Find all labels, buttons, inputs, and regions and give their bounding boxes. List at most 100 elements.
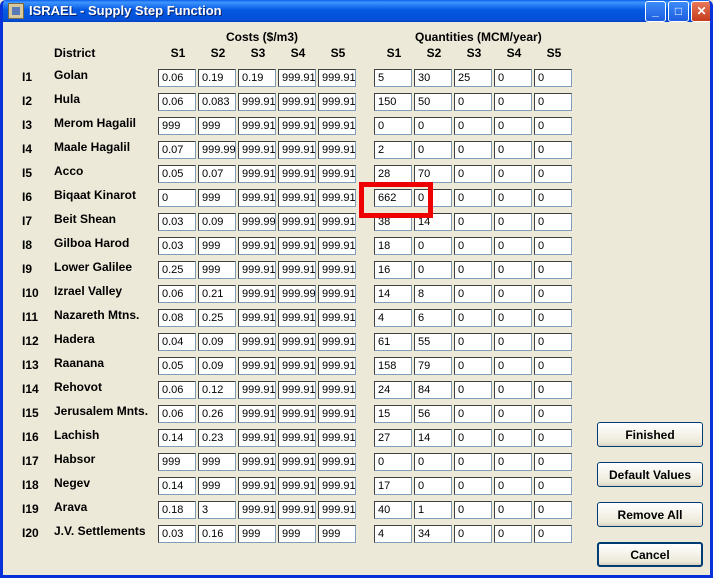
quantity-input[interactable] [414, 309, 452, 327]
title-bar[interactable]: ISRAEL - Supply Step Function _ □ ✕ [3, 0, 710, 22]
quantity-input[interactable] [414, 381, 452, 399]
cost-input[interactable] [318, 453, 356, 471]
cost-input[interactable] [198, 501, 236, 519]
quantity-input[interactable] [494, 501, 532, 519]
remove-all-button[interactable]: Remove All [597, 502, 703, 527]
cost-input[interactable] [158, 237, 196, 255]
quantity-input[interactable] [454, 213, 492, 231]
cost-input[interactable] [158, 333, 196, 351]
quantity-input[interactable] [414, 237, 452, 255]
cost-input[interactable] [198, 213, 236, 231]
cost-input[interactable] [278, 309, 316, 327]
quantity-input[interactable] [454, 261, 492, 279]
quantity-input[interactable] [494, 141, 532, 159]
cost-input[interactable] [278, 501, 316, 519]
quantity-input[interactable] [454, 501, 492, 519]
cost-input[interactable] [238, 165, 276, 183]
quantity-input[interactable] [374, 309, 412, 327]
cost-input[interactable] [318, 285, 356, 303]
quantity-input[interactable] [454, 333, 492, 351]
quantity-input[interactable] [494, 237, 532, 255]
quantity-input[interactable] [494, 453, 532, 471]
cost-input[interactable] [278, 477, 316, 495]
quantity-input[interactable] [494, 477, 532, 495]
cost-input[interactable] [198, 141, 236, 159]
quantity-input[interactable] [494, 525, 532, 543]
cost-input[interactable] [158, 309, 196, 327]
cost-input[interactable] [198, 165, 236, 183]
quantity-input[interactable] [414, 501, 452, 519]
quantity-input[interactable] [374, 165, 412, 183]
cost-input[interactable] [318, 405, 356, 423]
quantity-input[interactable] [454, 525, 492, 543]
quantity-input[interactable] [374, 237, 412, 255]
cost-input[interactable] [318, 117, 356, 135]
cost-input[interactable] [158, 213, 196, 231]
close-icon[interactable]: ✕ [691, 1, 710, 22]
quantity-input[interactable] [534, 69, 572, 87]
cancel-button[interactable]: Cancel [597, 542, 703, 567]
cost-input[interactable] [158, 117, 196, 135]
cost-input[interactable] [278, 261, 316, 279]
quantity-input[interactable] [454, 165, 492, 183]
quantity-input[interactable] [494, 93, 532, 111]
quantity-input[interactable] [414, 261, 452, 279]
quantity-input[interactable] [414, 357, 452, 375]
cost-input[interactable] [238, 285, 276, 303]
quantity-input[interactable] [534, 165, 572, 183]
quantity-input[interactable] [374, 453, 412, 471]
cost-input[interactable] [238, 381, 276, 399]
cost-input[interactable] [278, 141, 316, 159]
quantity-input[interactable] [414, 453, 452, 471]
cost-input[interactable] [198, 69, 236, 87]
quantity-input[interactable] [494, 333, 532, 351]
quantity-input[interactable] [534, 477, 572, 495]
cost-input[interactable] [238, 525, 276, 543]
cost-input[interactable] [278, 117, 316, 135]
cost-input[interactable] [318, 141, 356, 159]
quantity-input[interactable] [454, 477, 492, 495]
cost-input[interactable] [198, 117, 236, 135]
cost-input[interactable] [158, 165, 196, 183]
cost-input[interactable] [278, 237, 316, 255]
quantity-input[interactable] [374, 525, 412, 543]
cost-input[interactable] [238, 69, 276, 87]
cost-input[interactable] [158, 525, 196, 543]
maximize-icon[interactable]: □ [668, 1, 689, 22]
quantity-input[interactable] [414, 117, 452, 135]
quantity-input[interactable] [494, 309, 532, 327]
cost-input[interactable] [278, 381, 316, 399]
cost-input[interactable] [278, 357, 316, 375]
cost-input[interactable] [318, 525, 356, 543]
cost-input[interactable] [198, 285, 236, 303]
finished-button[interactable]: Finished [597, 422, 703, 447]
cost-input[interactable] [238, 309, 276, 327]
cost-input[interactable] [198, 357, 236, 375]
cost-input[interactable] [238, 501, 276, 519]
cost-input[interactable] [278, 189, 316, 207]
quantity-input[interactable] [374, 405, 412, 423]
quantity-input[interactable] [374, 69, 412, 87]
cost-input[interactable] [318, 429, 356, 447]
quantity-input[interactable] [414, 285, 452, 303]
quantity-input[interactable] [494, 357, 532, 375]
quantity-input[interactable] [494, 285, 532, 303]
quantity-input[interactable] [414, 477, 452, 495]
quantity-input[interactable] [494, 429, 532, 447]
quantity-input[interactable] [414, 141, 452, 159]
quantity-input[interactable] [454, 357, 492, 375]
cost-input[interactable] [198, 237, 236, 255]
quantity-input[interactable] [494, 261, 532, 279]
cost-input[interactable] [158, 429, 196, 447]
cost-input[interactable] [238, 213, 276, 231]
cost-input[interactable] [318, 501, 356, 519]
cost-input[interactable] [318, 357, 356, 375]
cost-input[interactable] [238, 261, 276, 279]
cost-input[interactable] [238, 453, 276, 471]
quantity-input[interactable] [414, 429, 452, 447]
quantity-input[interactable] [414, 525, 452, 543]
quantity-input[interactable] [534, 309, 572, 327]
cost-input[interactable] [238, 141, 276, 159]
cost-input[interactable] [158, 501, 196, 519]
cost-input[interactable] [318, 93, 356, 111]
